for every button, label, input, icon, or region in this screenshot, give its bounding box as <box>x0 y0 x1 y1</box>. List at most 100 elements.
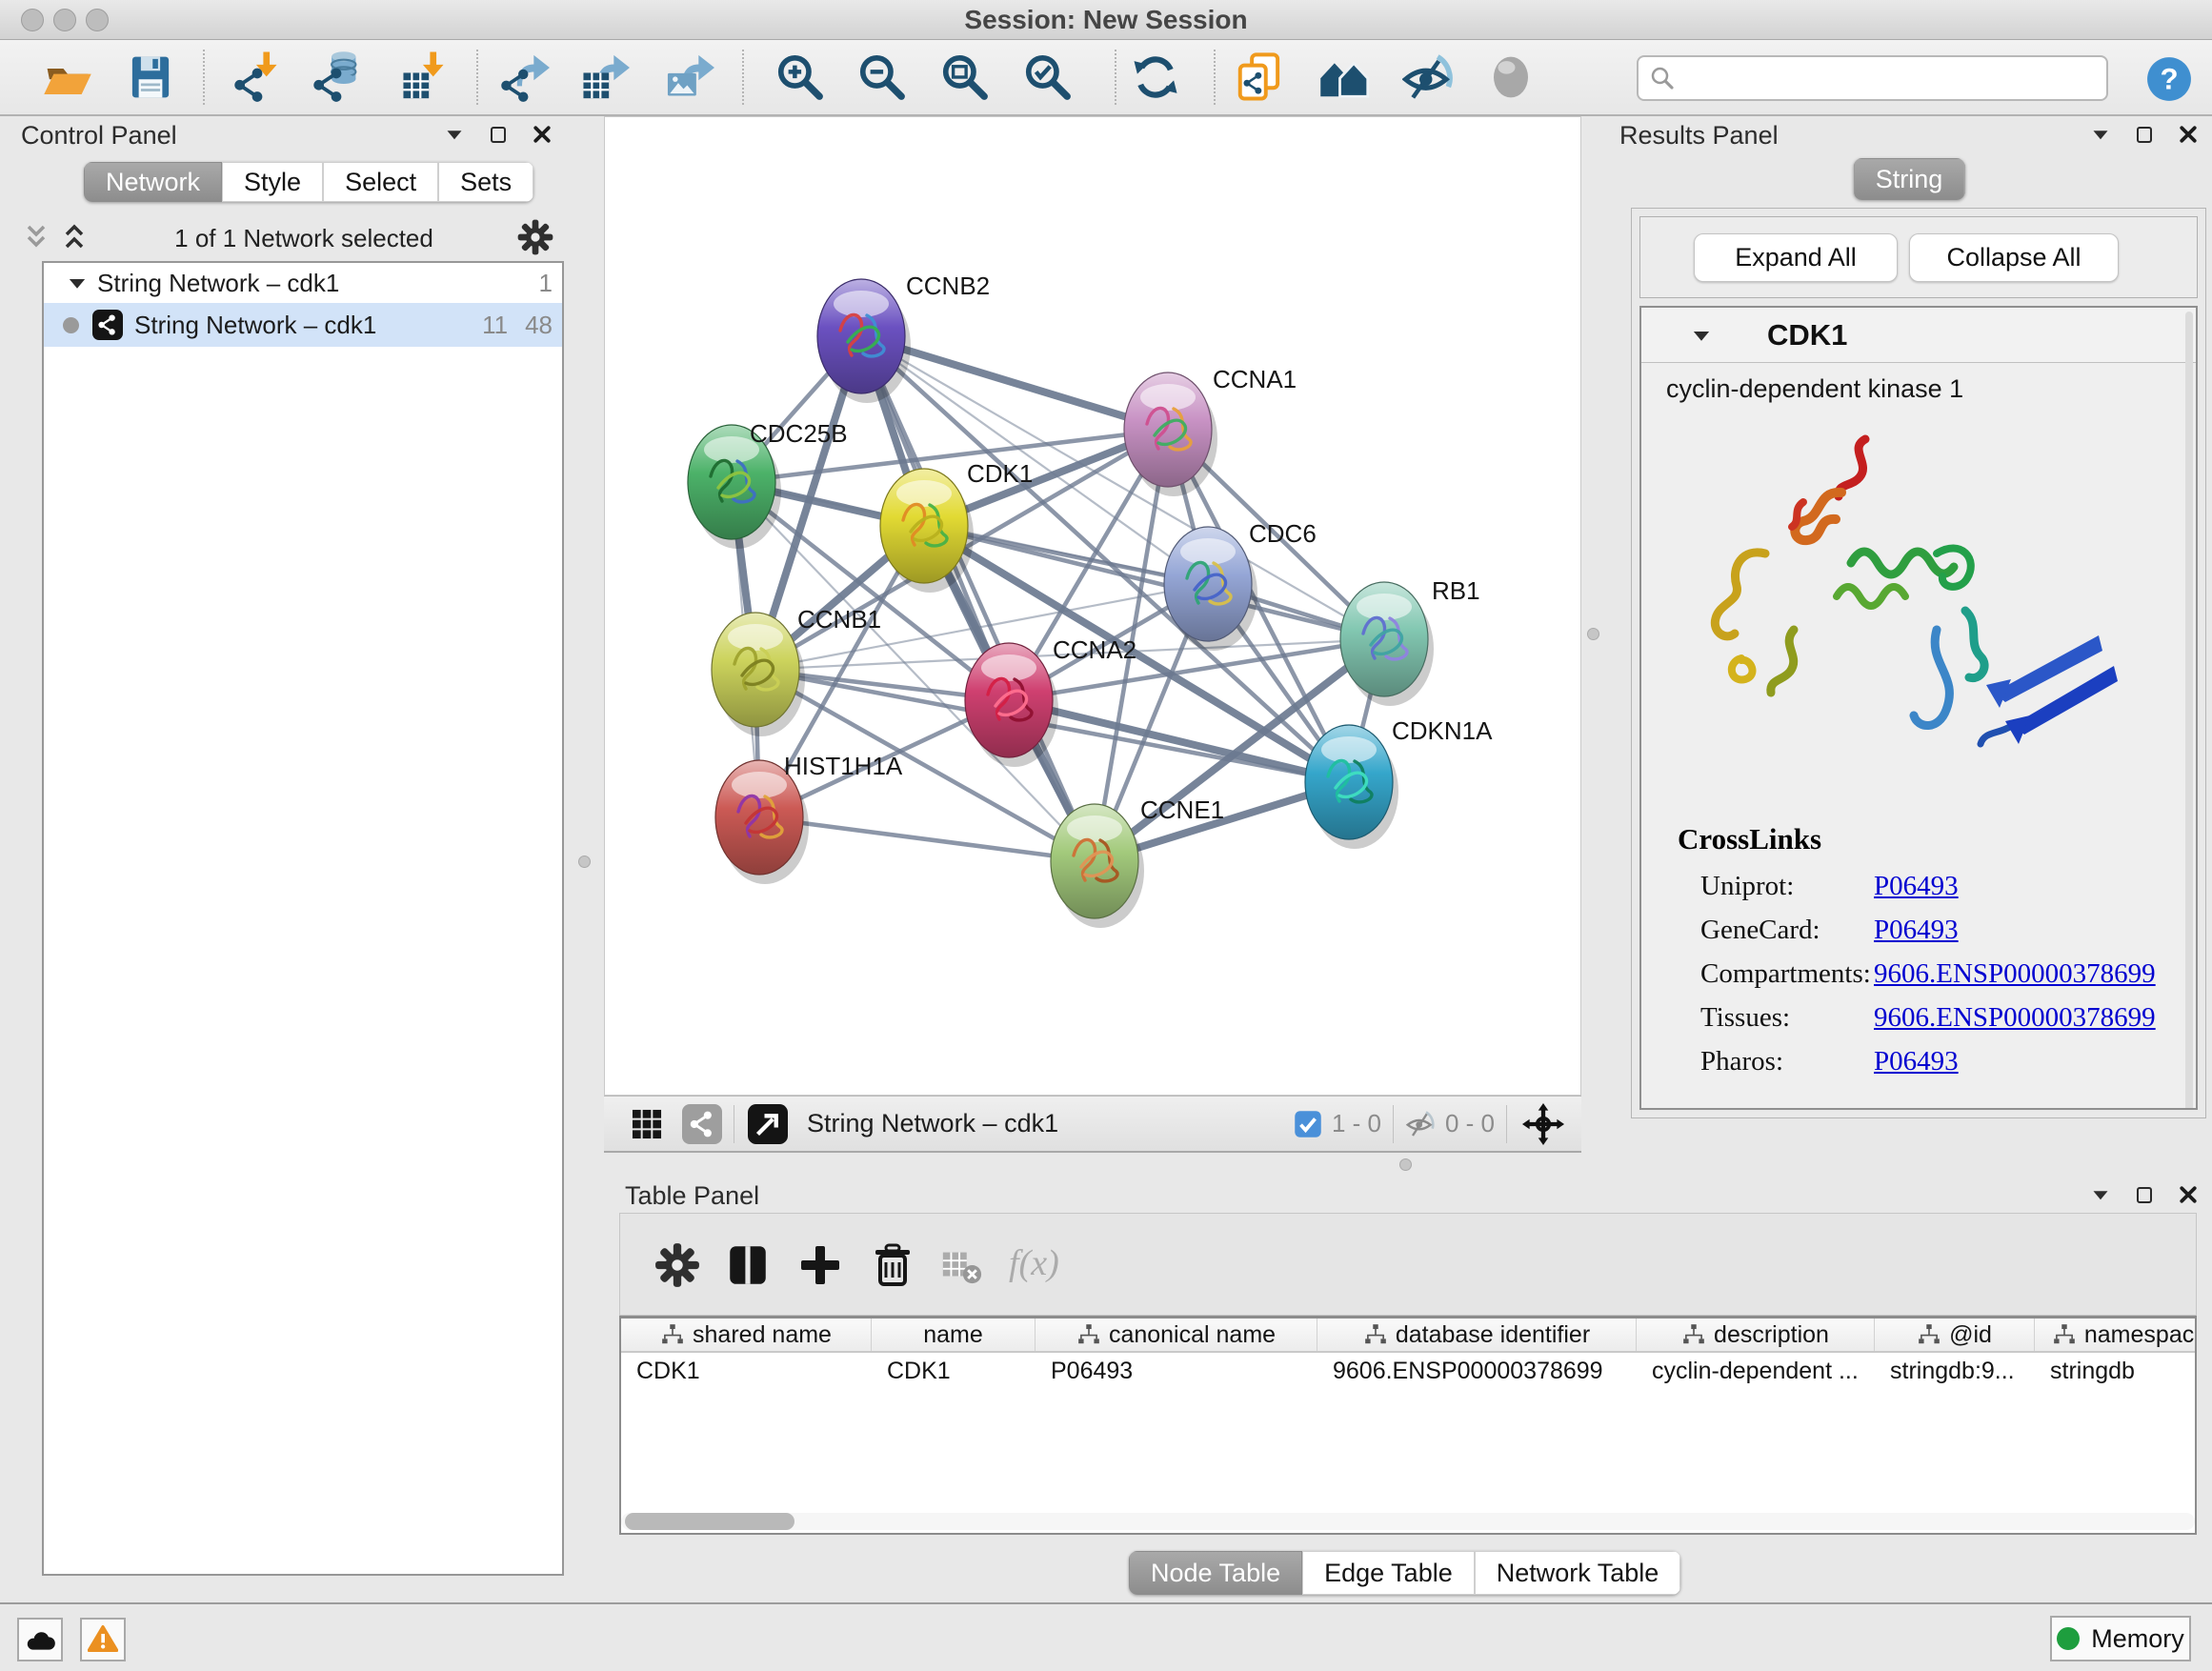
protein-node-CDC6[interactable] <box>1164 527 1257 651</box>
network-edge[interactable] <box>861 336 1095 861</box>
expand-all-button[interactable]: Expand All <box>1694 233 1898 282</box>
column-header-database-identifier[interactable]: database identifier <box>1317 1319 1637 1351</box>
collapse-all-button[interactable]: Collapse All <box>1909 233 2119 282</box>
network-edge[interactable] <box>759 817 1095 861</box>
collection-expand-icon[interactable] <box>65 271 90 295</box>
table-cell[interactable]: CDK1 <box>621 1358 872 1385</box>
tab-network-table[interactable]: Network Table <box>1475 1551 1681 1595</box>
import-table-button[interactable] <box>397 50 452 105</box>
tab-string[interactable]: String <box>1854 158 1965 200</box>
control-panel-float-button[interactable] <box>484 120 513 149</box>
export-network-button[interactable] <box>497 50 553 105</box>
refresh-view-button[interactable] <box>1128 50 1183 105</box>
table-cell[interactable]: stringdb:9... <box>1875 1358 2035 1385</box>
tab-style[interactable]: Style <box>222 162 323 202</box>
column-header-canonical-name[interactable]: canonical name <box>1036 1319 1317 1351</box>
table-cell[interactable]: cyclin-dependent ... <box>1637 1358 1875 1385</box>
table-cell[interactable]: P06493 <box>1036 1358 1317 1385</box>
traffic-light-zoom-icon[interactable] <box>86 9 109 31</box>
crosslink-value-link[interactable]: P06493 <box>1874 915 1959 946</box>
collapse-all-networks-button[interactable] <box>17 221 55 255</box>
save-session-button[interactable] <box>123 50 178 105</box>
crosslink-value-link[interactable]: 9606.ENSP00000378699 <box>1874 1002 2156 1034</box>
create-column-button[interactable] <box>794 1238 847 1292</box>
expand-all-networks-button[interactable] <box>55 221 93 255</box>
zoom-fit-button[interactable] <box>937 50 993 105</box>
zoom-selected-button[interactable] <box>1020 50 1076 105</box>
protein-node-CCNA2[interactable] <box>965 643 1058 767</box>
tab-select[interactable]: Select <box>323 162 438 202</box>
home-button[interactable] <box>1317 50 1372 105</box>
show-columns-button[interactable] <box>721 1238 774 1292</box>
export-image-button[interactable] <box>662 50 717 105</box>
tab-node-table[interactable]: Node Table <box>1129 1551 1302 1595</box>
table-panel-collapse-button[interactable] <box>2086 1180 2115 1209</box>
protein-node-CDK1[interactable] <box>880 469 974 593</box>
control-panel-close-button[interactable] <box>528 120 556 149</box>
cloud-status-button[interactable] <box>17 1618 63 1661</box>
help-button[interactable]: ? <box>2145 55 2193 103</box>
detach-view-button[interactable] <box>746 1102 790 1146</box>
table-settings-button[interactable] <box>651 1238 704 1292</box>
show-graphics-button[interactable] <box>1483 50 1538 105</box>
table-cell[interactable]: 9606.ENSP00000378699 <box>1317 1358 1637 1385</box>
results-panel-close-button[interactable] <box>2174 120 2202 149</box>
protein-node-CCNB1[interactable] <box>712 613 805 736</box>
horizontal-splitter[interactable] <box>604 1153 2212 1177</box>
search-input[interactable] <box>1684 59 2097 97</box>
table-panel-close-button[interactable] <box>2174 1180 2202 1209</box>
crosslink-value-link[interactable]: P06493 <box>1874 871 1959 902</box>
zoom-in-button[interactable] <box>773 50 828 105</box>
export-table-button[interactable] <box>577 50 633 105</box>
table-cell[interactable]: CDK1 <box>872 1358 1036 1385</box>
column-header-shared-name[interactable]: shared name <box>621 1319 872 1351</box>
network-options-button[interactable] <box>514 217 556 259</box>
view-grid-button[interactable] <box>627 1104 667 1144</box>
splitter-handle[interactable] <box>1587 628 1599 640</box>
crosslink-value-link[interactable]: P06493 <box>1874 1046 1959 1077</box>
crosslink-value-link[interactable]: 9606.ENSP00000378699 <box>1874 958 2156 990</box>
pan-mode-button[interactable] <box>1518 1099 1568 1149</box>
splitter-handle[interactable] <box>578 856 591 868</box>
checkbox-icon[interactable] <box>1294 1110 1322 1138</box>
clone-network-button[interactable] <box>1232 50 1287 105</box>
table-hscrollbar-thumb[interactable] <box>625 1513 794 1530</box>
column-header-description[interactable]: description <box>1637 1319 1875 1351</box>
left-splitter[interactable] <box>566 116 604 1602</box>
network-canvas[interactable]: CCNB2CCNA1CDC25BCDK1CDC6RB1CCNB1CCNA2CDK… <box>604 116 1581 1096</box>
table-row[interactable]: CDK1CDK1P064939606.ENSP00000378699cyclin… <box>621 1353 2195 1389</box>
column-header-namespace[interactable]: namespace <box>2035 1319 2197 1351</box>
tab-sets[interactable]: Sets <box>438 162 533 202</box>
network-svg[interactable]: CCNB2CCNA1CDC25BCDK1CDC6RB1CCNB1CCNA2CDK… <box>605 117 1580 1095</box>
delete-column-button[interactable] <box>866 1238 919 1292</box>
open-session-button[interactable] <box>40 50 95 105</box>
collapse-section-icon[interactable] <box>1689 323 1714 348</box>
hide-graphics-button[interactable] <box>1400 50 1456 105</box>
column-header-name[interactable]: name <box>872 1319 1036 1351</box>
network-collection-row[interactable]: String Network – cdk1 1 <box>44 263 562 303</box>
table-cell[interactable]: stringdb <box>2035 1358 2197 1385</box>
table-hscrollbar[interactable] <box>621 1513 2195 1530</box>
protein-card-header[interactable]: CDK1 <box>1641 308 2196 363</box>
memory-button[interactable]: Memory <box>2050 1616 2191 1661</box>
results-panel-collapse-button[interactable] <box>2086 120 2115 149</box>
zoom-out-button[interactable] <box>855 50 910 105</box>
table-panel-float-button[interactable] <box>2130 1180 2159 1209</box>
tab-edge-table[interactable]: Edge Table <box>1302 1551 1475 1595</box>
protein-node-CCNE1[interactable] <box>1051 804 1144 928</box>
splitter-handle[interactable] <box>1399 1158 1412 1171</box>
protein-node-CCNB2[interactable] <box>817 279 911 403</box>
protein-node-CDKN1A[interactable] <box>1305 725 1398 849</box>
traffic-light-close-icon[interactable] <box>21 9 44 31</box>
import-network-button[interactable] <box>231 50 286 105</box>
network-row-selected[interactable]: String Network – cdk1 11 48 <box>44 303 562 347</box>
protein-node-RB1[interactable] <box>1340 582 1434 706</box>
results-scrollbar[interactable] <box>2185 312 2193 1110</box>
right-splitter[interactable] <box>1581 116 1606 1153</box>
column-header-@id[interactable]: @id <box>1875 1319 2035 1351</box>
import-network-database-button[interactable] <box>310 50 365 105</box>
traffic-light-minimize-icon[interactable] <box>53 9 76 31</box>
tab-network[interactable]: Network <box>84 162 222 202</box>
control-panel-collapse-button[interactable] <box>440 120 469 149</box>
warnings-button[interactable] <box>80 1618 126 1661</box>
